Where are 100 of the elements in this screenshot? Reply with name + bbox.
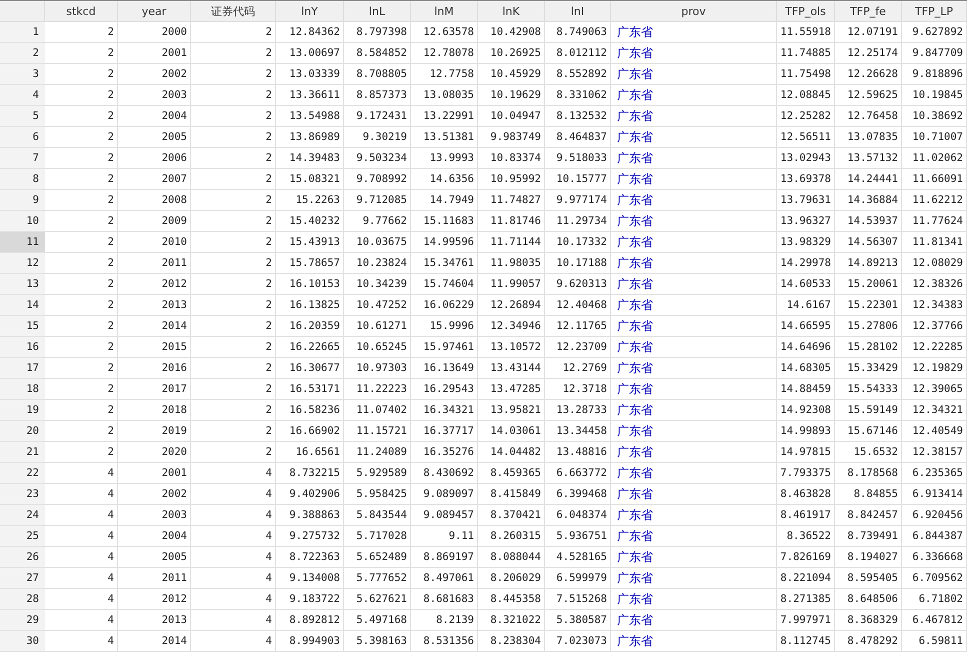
table-cell: 8.681683 — [411, 589, 478, 610]
table-cell: 广东省 — [611, 148, 777, 169]
table-cell: 广东省 — [611, 505, 777, 526]
table-cell: 15.28102 — [835, 337, 902, 358]
table-cell: 6.913414 — [902, 484, 967, 505]
row-number[interactable]: 27 — [0, 568, 45, 589]
table-cell: 12.40549 — [902, 421, 967, 442]
column-header[interactable]: TFP_ols — [777, 1, 835, 22]
row-number[interactable]: 2 — [0, 43, 45, 64]
row-number[interactable]: 24 — [0, 505, 45, 526]
table-cell: 8.84855 — [835, 484, 902, 505]
table-cell: 10.15777 — [545, 169, 611, 190]
row-number[interactable]: 5 — [0, 106, 45, 127]
table-cell: 广东省 — [611, 526, 777, 547]
table-cell: 2 — [45, 127, 118, 148]
table-cell: 13.34458 — [545, 421, 611, 442]
table-cell: 13.36611 — [276, 85, 344, 106]
table-cell: 15.6532 — [835, 442, 902, 463]
table-cell: 10.95992 — [478, 169, 545, 190]
row-number[interactable]: 3 — [0, 64, 45, 85]
row-number[interactable]: 21 — [0, 442, 45, 463]
table-cell: 11.81746 — [478, 211, 545, 232]
row-number[interactable]: 29 — [0, 610, 45, 631]
table-cell: 9.388863 — [276, 505, 344, 526]
table-cell: 11.02062 — [902, 148, 967, 169]
row-number[interactable]: 10 — [0, 211, 45, 232]
row-number[interactable]: 7 — [0, 148, 45, 169]
table-cell: 16.53171 — [276, 379, 344, 400]
row-number[interactable]: 25 — [0, 526, 45, 547]
table-cell: 14.92308 — [777, 400, 835, 421]
column-header[interactable]: prov — [611, 1, 777, 22]
table-cell: 10.97303 — [344, 358, 411, 379]
table-cell: 8.749063 — [545, 22, 611, 43]
table-cell: 4 — [191, 568, 276, 589]
table-cell: 6.663772 — [545, 463, 611, 484]
table-cell: 广东省 — [611, 358, 777, 379]
table-cell: 12.26628 — [835, 64, 902, 85]
row-number[interactable]: 13 — [0, 274, 45, 295]
table-cell: 2 — [45, 253, 118, 274]
table-cell: 10.71007 — [902, 127, 967, 148]
table-cell: 2 — [45, 274, 118, 295]
row-number[interactable]: 28 — [0, 589, 45, 610]
column-header[interactable]: lnI — [545, 1, 611, 22]
column-header[interactable]: 证券代码 — [191, 1, 276, 22]
row-number[interactable]: 11 — [0, 232, 45, 253]
table-cell: 2005 — [118, 547, 191, 568]
row-number[interactable]: 14 — [0, 295, 45, 316]
column-header[interactable]: TFP_LP — [902, 1, 967, 22]
table-cell: 2 — [45, 190, 118, 211]
row-number[interactable]: 15 — [0, 316, 45, 337]
row-number[interactable]: 16 — [0, 337, 45, 358]
table-cell: 广东省 — [611, 337, 777, 358]
table-cell: 6.399468 — [545, 484, 611, 505]
table-cell: 8.206029 — [478, 568, 545, 589]
row-number[interactable]: 8 — [0, 169, 45, 190]
table-cell: 4.528165 — [545, 547, 611, 568]
row-number[interactable]: 30 — [0, 631, 45, 652]
row-number[interactable]: 9 — [0, 190, 45, 211]
row-number[interactable]: 17 — [0, 358, 45, 379]
table-cell: 12.26894 — [478, 295, 545, 316]
row-number[interactable]: 19 — [0, 400, 45, 421]
table-cell: 8.464837 — [545, 127, 611, 148]
table-cell: 11.81341 — [902, 232, 967, 253]
table-cell: 广东省 — [611, 589, 777, 610]
row-number[interactable]: 18 — [0, 379, 45, 400]
table-cell: 11.66091 — [902, 169, 967, 190]
row-number[interactable]: 1 — [0, 22, 45, 43]
column-header[interactable]: lnK — [478, 1, 545, 22]
table-cell: 11.74885 — [777, 43, 835, 64]
table-cell: 9.518033 — [545, 148, 611, 169]
table-cell: 12.38157 — [902, 442, 967, 463]
table-cell: 2 — [45, 106, 118, 127]
table-cell: 9.977174 — [545, 190, 611, 211]
row-number[interactable]: 12 — [0, 253, 45, 274]
row-number[interactable]: 23 — [0, 484, 45, 505]
row-number[interactable]: 20 — [0, 421, 45, 442]
column-header[interactable]: lnY — [276, 1, 344, 22]
column-header[interactable]: TFP_fe — [835, 1, 902, 22]
row-number[interactable]: 6 — [0, 127, 45, 148]
column-header[interactable]: stkcd — [45, 1, 118, 22]
table-cell: 8.238304 — [478, 631, 545, 652]
table-cell: 2 — [191, 190, 276, 211]
table-cell: 6.235365 — [902, 463, 967, 484]
table-cell: 8.132532 — [545, 106, 611, 127]
corner-header[interactable] — [0, 1, 45, 22]
table-cell: 广东省 — [611, 106, 777, 127]
table-cell: 15.59149 — [835, 400, 902, 421]
row-number[interactable]: 26 — [0, 547, 45, 568]
table-cell: 2 — [191, 295, 276, 316]
column-header[interactable]: year — [118, 1, 191, 22]
table-cell: 12.37766 — [902, 316, 967, 337]
table-cell: 16.29543 — [411, 379, 478, 400]
row-number[interactable]: 22 — [0, 463, 45, 484]
table-cell: 12.59625 — [835, 85, 902, 106]
row-number[interactable]: 4 — [0, 85, 45, 106]
table-cell: 4 — [191, 610, 276, 631]
table-cell: 10.65245 — [344, 337, 411, 358]
column-header[interactable]: lnM — [411, 1, 478, 22]
column-header[interactable]: lnL — [344, 1, 411, 22]
table-cell: 2 — [191, 85, 276, 106]
